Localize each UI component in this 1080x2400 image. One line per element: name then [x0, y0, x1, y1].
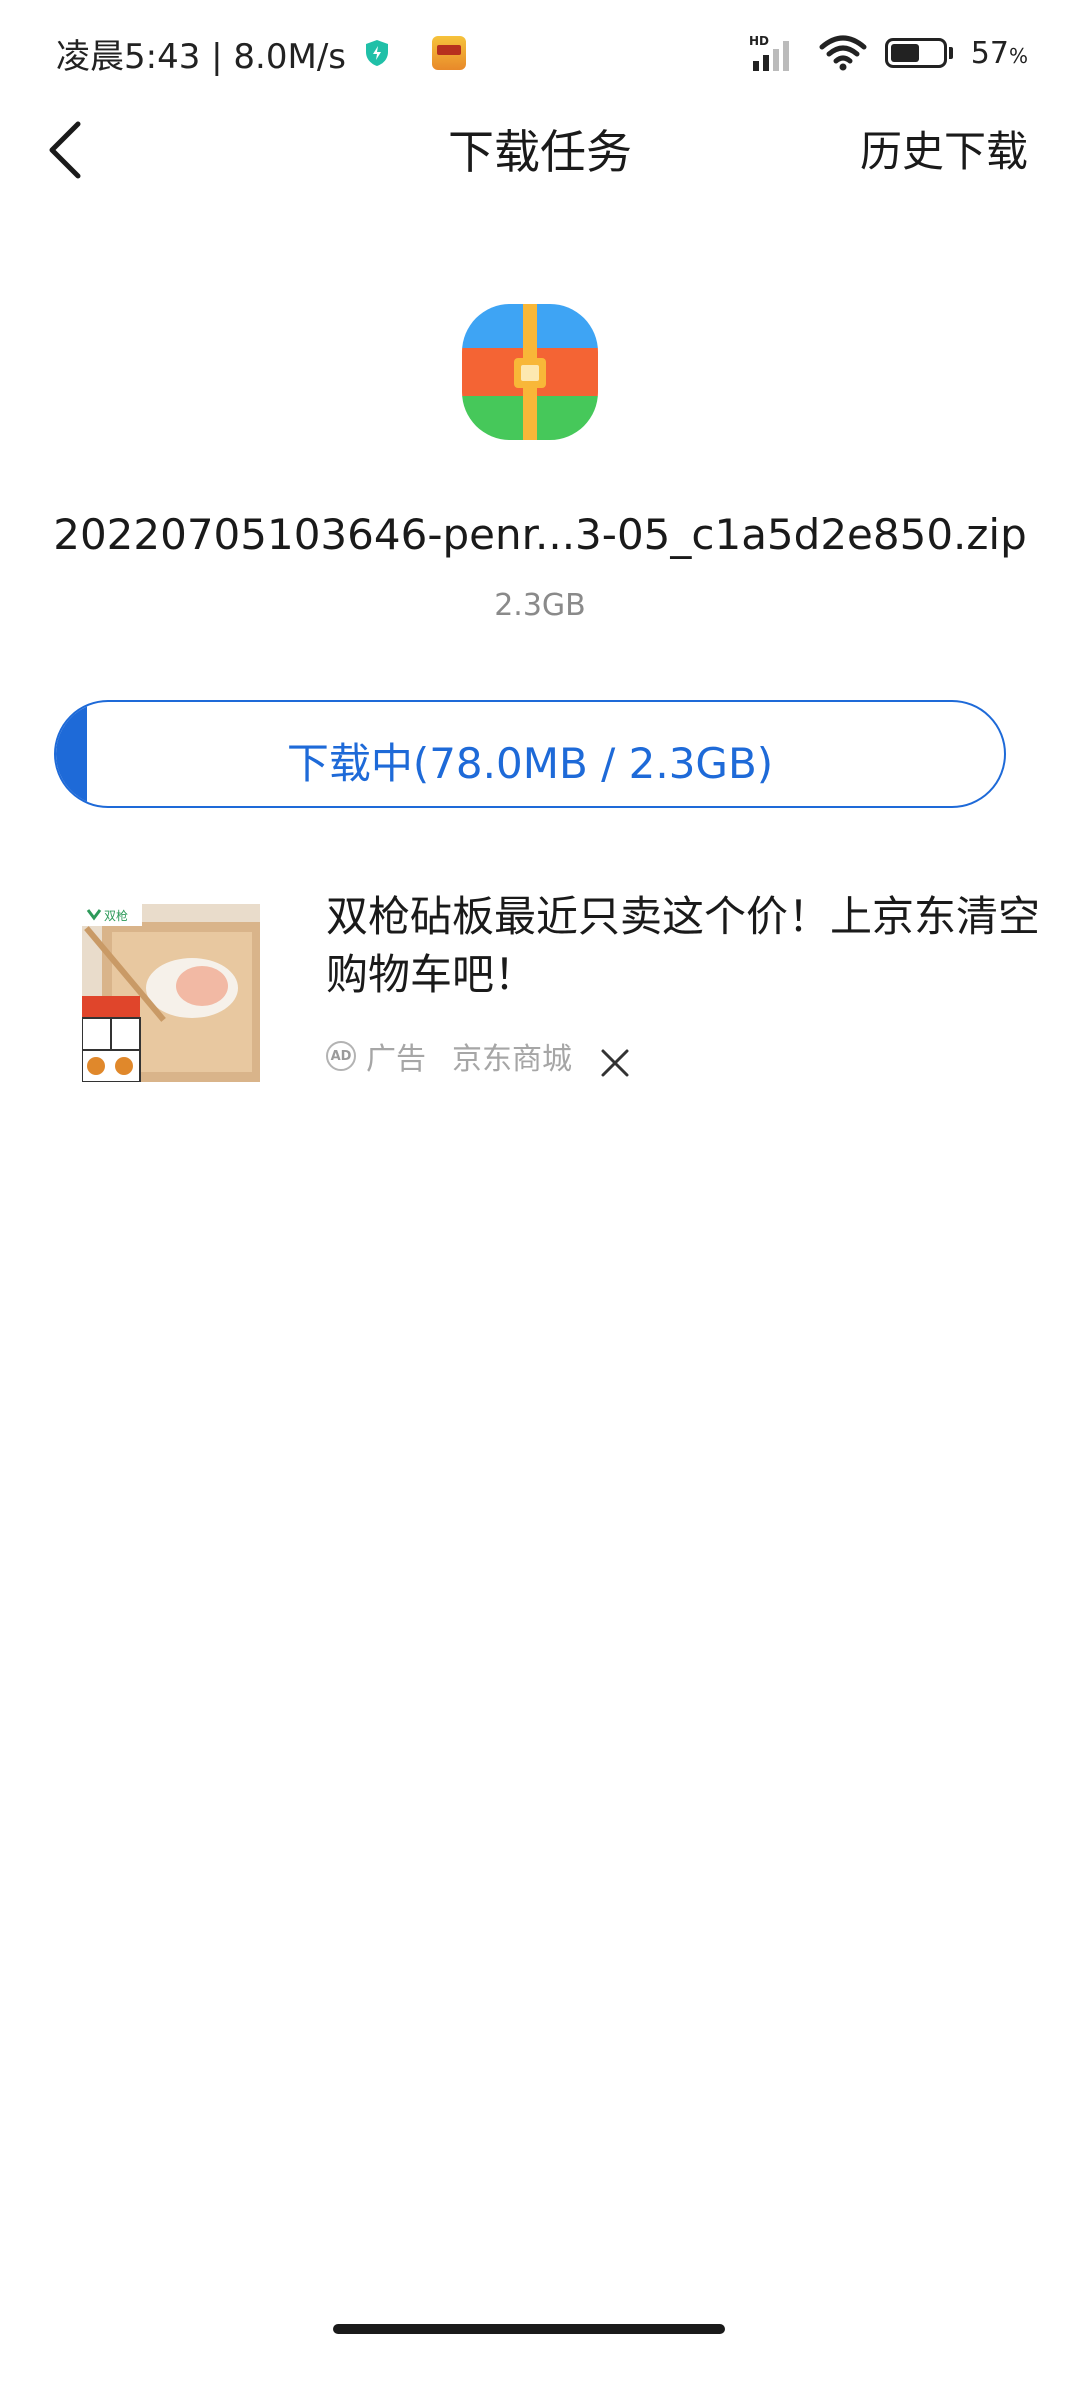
app-notification-icon — [432, 36, 466, 70]
close-icon[interactable] — [600, 1048, 630, 1078]
battery-icon — [884, 38, 953, 68]
status-time-speed: 凌晨5:43 | 8.0M/s — [56, 36, 346, 77]
ad-meta: AD 广告 京东商城 — [326, 1036, 572, 1077]
home-indicator[interactable] — [333, 2324, 725, 2334]
ad-product-image[interactable]: 双枪 — [82, 904, 260, 1082]
file-size: 2.3GB — [494, 588, 586, 623]
status-bar: 凌晨5:43 | 8.0M/s HD 57% — [0, 0, 1080, 100]
security-shield-icon — [366, 40, 388, 66]
battery-level-fill — [890, 44, 920, 62]
download-status-label: 下载中(78.0MB / 2.3GB) — [286, 739, 774, 788]
ad-label: 广告 — [366, 1042, 426, 1077]
download-task-screen: 凌晨5:43 | 8.0M/s HD 57% 下载任务 历史下载 2022070… — [0, 0, 1080, 2400]
header: 下载任务 历史下载 — [0, 100, 1080, 200]
ad-badge-icon: AD — [326, 1041, 356, 1071]
status-right: HD 57% — [749, 28, 1028, 78]
status-left: 凌晨5:43 | 8.0M/s — [56, 28, 466, 78]
wifi-icon — [819, 35, 867, 71]
file-name: 20220705103646-penr...3-05_c1a5d2e850.zi… — [53, 510, 1027, 559]
ad-title[interactable]: 双枪砧板最近只卖这个价！上京东清空购物车吧！ — [326, 888, 1056, 1004]
network-type-label: HD — [749, 34, 769, 48]
zip-archive-icon — [462, 304, 598, 440]
ad-source: 京东商城 — [452, 1042, 572, 1077]
history-downloads-link[interactable]: 历史下载 — [860, 118, 1028, 179]
ad-image-brand: 双枪 — [104, 908, 128, 923]
battery-percent: 57% — [970, 35, 1028, 71]
cellular-signal-icon: HD — [749, 34, 789, 71]
download-progress-button[interactable]: 下载中(78.0MB / 2.3GB) — [54, 700, 1006, 808]
